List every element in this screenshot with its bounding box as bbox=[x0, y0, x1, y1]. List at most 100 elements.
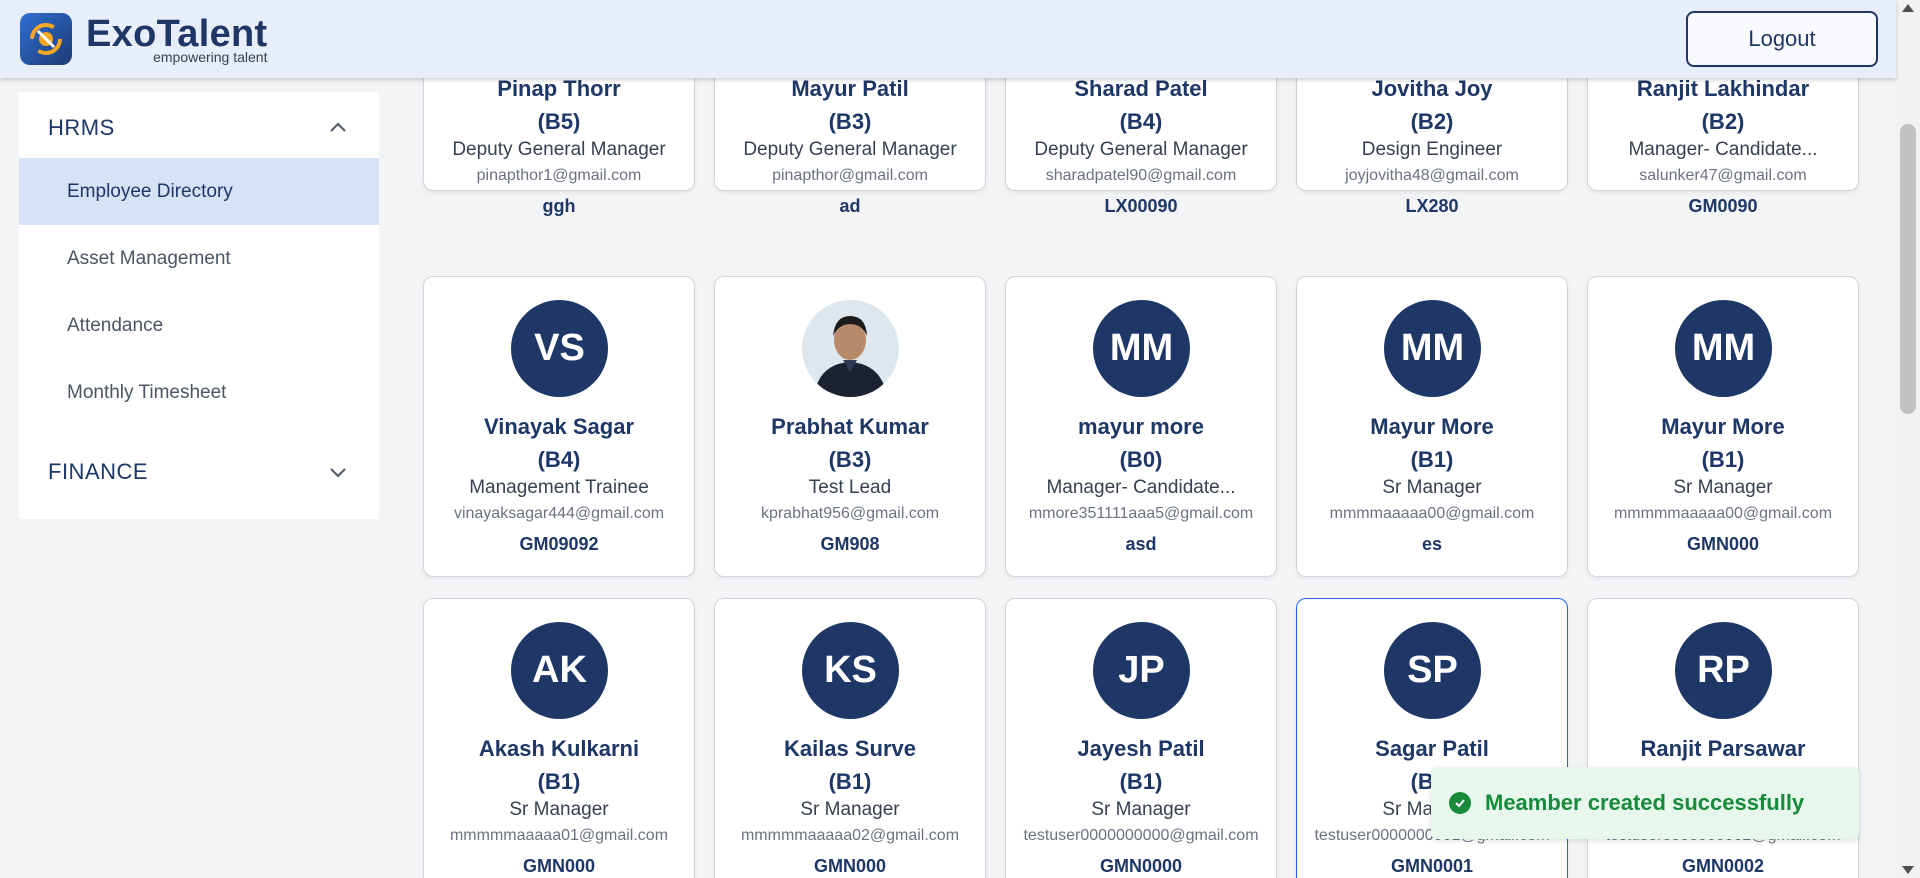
employee-initials-avatar: JP bbox=[1093, 622, 1190, 719]
employee-code: GM09092 bbox=[519, 534, 599, 554]
check-circle-icon bbox=[1449, 792, 1471, 814]
employee-card[interactable]: MPMayur Patil(B3)Deputy General Managerp… bbox=[714, 78, 986, 216]
employee-code: GMN000 bbox=[1686, 534, 1760, 554]
sidebar: HRMS Employee Directory Asset Management… bbox=[0, 78, 404, 878]
employee-designation: Sr Manager bbox=[1382, 477, 1482, 498]
employee-card[interactable]: RLRanjit Lakhindar(B2)Manager- Candidate… bbox=[1587, 78, 1859, 216]
employee-code: ggh bbox=[542, 196, 576, 216]
brand[interactable]: ExoTalent empowering talent bbox=[20, 13, 267, 65]
employee-designation: Deputy General Manager bbox=[452, 139, 666, 160]
employee-email: mmmmmaaaaa00@gmail.com bbox=[1613, 505, 1833, 522]
employee-card[interactable]: VS Vinayak Sagar (B4) Management Trainee vin… bbox=[423, 276, 695, 577]
employee-card[interactable]: AK Akash Kulkarni (B1) Sr Manager mmmmmaaaaa… bbox=[423, 598, 695, 878]
employee-code: GMN0001 bbox=[1390, 856, 1474, 876]
employee-designation: Sr Manager bbox=[1091, 799, 1191, 820]
scroll-up-arrow-icon[interactable] bbox=[1902, 4, 1914, 12]
employee-email: kprabhat956@gmail.com bbox=[760, 505, 940, 522]
employee-designation: Management Trainee bbox=[469, 477, 649, 498]
employee-email: vinayaksagar444@gmail.com bbox=[453, 505, 665, 522]
brand-name: ExoTalent bbox=[86, 12, 268, 55]
employee-photo bbox=[802, 300, 899, 397]
employee-email: pinapthor1@gmail.com bbox=[476, 167, 642, 184]
employee-initials-avatar: MM bbox=[1093, 300, 1190, 397]
employee-grade: (B3) bbox=[828, 109, 872, 134]
logout-button[interactable]: Logout bbox=[1686, 11, 1878, 67]
employee-email: sharadpatel90@gmail.com bbox=[1045, 167, 1237, 184]
employee-initials-avatar: VS bbox=[511, 300, 608, 397]
sidebar-item-asset-management[interactable]: Asset Management bbox=[19, 225, 379, 292]
employee-grade: (B5) bbox=[537, 109, 581, 134]
employee-designation: Test Lead bbox=[808, 477, 892, 498]
employee-card[interactable]: SPSharad Patel(B4)Deputy General Manager… bbox=[1005, 78, 1277, 216]
employee-initials-avatar: KS bbox=[802, 622, 899, 719]
employee-initials-avatar: MM bbox=[1675, 300, 1772, 397]
employee-directory-grid: PTPinap Thorr(B5)Deputy General Managerp… bbox=[404, 78, 1896, 878]
employee-grade: (B3) bbox=[828, 447, 872, 472]
employee-card[interactable]: MM mayur more (B0) Manager- Candidate... mmo… bbox=[1005, 276, 1277, 577]
scroll-down-arrow-icon[interactable] bbox=[1902, 866, 1914, 874]
employee-grade: (B1) bbox=[1410, 447, 1454, 472]
employee-card[interactable]: JP Jayesh Patil (B1) Sr Manager testuser0000… bbox=[1005, 598, 1277, 878]
employee-name: Sharad Patel bbox=[1074, 78, 1208, 101]
section-finance[interactable]: FINANCE bbox=[19, 442, 379, 502]
employee-code: GM0090 bbox=[1688, 196, 1758, 216]
employee-card[interactable]: MM Mayur More (B1) Sr Manager mmmmaaaaa00@gm… bbox=[1296, 276, 1568, 577]
employee-name: Jayesh Patil bbox=[1077, 736, 1205, 761]
employee-code: GM908 bbox=[820, 534, 880, 554]
employee-code: GMN000 bbox=[522, 856, 596, 876]
employee-code: GMN0002 bbox=[1681, 856, 1765, 876]
sidebar-item-monthly-timesheet[interactable]: Monthly Timesheet bbox=[19, 359, 379, 426]
employee-grade: (B0) bbox=[1119, 447, 1163, 472]
top-bar: ExoTalent empowering talent Logout bbox=[0, 0, 1896, 78]
chevron-down-icon bbox=[330, 468, 346, 478]
employee-email: mmmmmaaaaa02@gmail.com bbox=[740, 827, 960, 844]
scroll-thumb[interactable] bbox=[1900, 124, 1916, 414]
employee-designation: Manager- Candidate... bbox=[1046, 477, 1236, 498]
employee-name: Ranjit Lakhindar bbox=[1636, 78, 1810, 101]
employee-email: mmmmmaaaaa01@gmail.com bbox=[449, 827, 669, 844]
employee-name: Kailas Surve bbox=[783, 736, 917, 761]
employee-initials-avatar: RP bbox=[1675, 622, 1772, 719]
sidebar-item-employee-directory[interactable]: Employee Directory bbox=[19, 158, 379, 225]
sidebar-item-attendance[interactable]: Attendance bbox=[19, 292, 379, 359]
employee-name: Mayur More bbox=[1370, 414, 1494, 439]
section-hrms[interactable]: HRMS bbox=[19, 98, 379, 158]
employee-grade: (B1) bbox=[537, 769, 581, 794]
employee-grade: (B2) bbox=[1701, 109, 1745, 134]
employee-grade: (B4) bbox=[537, 447, 581, 472]
employee-email: mmmmaaaaa00@gmail.com bbox=[1329, 505, 1535, 522]
employee-name: Mayur More bbox=[1661, 414, 1785, 439]
exotalent-logo-icon bbox=[20, 13, 72, 65]
employee-email: salunker47@gmail.com bbox=[1639, 167, 1807, 184]
employee-card[interactable]: Prabhat Kumar (B3) Test Lead kprabhat956@gm… bbox=[714, 276, 986, 577]
employee-card[interactable]: JJJovitha Joy(B2)Design Engineerjoyjovit… bbox=[1296, 78, 1568, 216]
employee-name: Akash Kulkarni bbox=[478, 736, 640, 761]
employee-designation: Design Engineer bbox=[1361, 139, 1503, 160]
employee-initials-avatar: AK bbox=[511, 622, 608, 719]
employee-designation: Deputy General Manager bbox=[743, 139, 957, 160]
employee-grade: (B2) bbox=[1410, 109, 1454, 134]
employee-initials-avatar: MM bbox=[1384, 300, 1481, 397]
employee-email: pinapthor@gmail.com bbox=[772, 167, 928, 184]
employee-code: asd bbox=[1125, 534, 1157, 554]
employee-card[interactable]: MM Mayur More (B1) Sr Manager mmmmmaaaaa00@g… bbox=[1587, 276, 1859, 577]
section-title-hrms: HRMS bbox=[48, 115, 115, 140]
employee-grade: (B4) bbox=[1119, 109, 1163, 134]
employee-email: mmore351111aaa5@gmail.com bbox=[1028, 505, 1254, 522]
employee-grade: (B1) bbox=[828, 769, 872, 794]
employee-card[interactable]: KS Kailas Surve (B1) Sr Manager mmmmmaaaaa02… bbox=[714, 598, 986, 878]
employee-designation: Manager- Candidate... bbox=[1628, 139, 1818, 160]
employee-name: Sagar Patil bbox=[1375, 736, 1489, 761]
employee-name: Mayur Patil bbox=[791, 78, 909, 101]
employee-name: Pinap Thorr bbox=[497, 78, 621, 101]
sidebar-menu: HRMS Employee Directory Asset Management… bbox=[19, 92, 379, 519]
employee-name: Ranjit Parsawar bbox=[1640, 736, 1806, 761]
employee-name: Jovitha Joy bbox=[1371, 78, 1493, 101]
employee-code: GMN0000 bbox=[1099, 856, 1183, 876]
page-scrollbar[interactable] bbox=[1896, 0, 1920, 878]
employee-code: LX00090 bbox=[1104, 196, 1178, 216]
employee-code: ad bbox=[839, 196, 861, 216]
section-title-finance: FINANCE bbox=[48, 459, 149, 484]
employee-email: testuser0000000000@gmail.com bbox=[1023, 827, 1259, 844]
employee-card[interactable]: PTPinap Thorr(B5)Deputy General Managerp… bbox=[423, 78, 695, 216]
